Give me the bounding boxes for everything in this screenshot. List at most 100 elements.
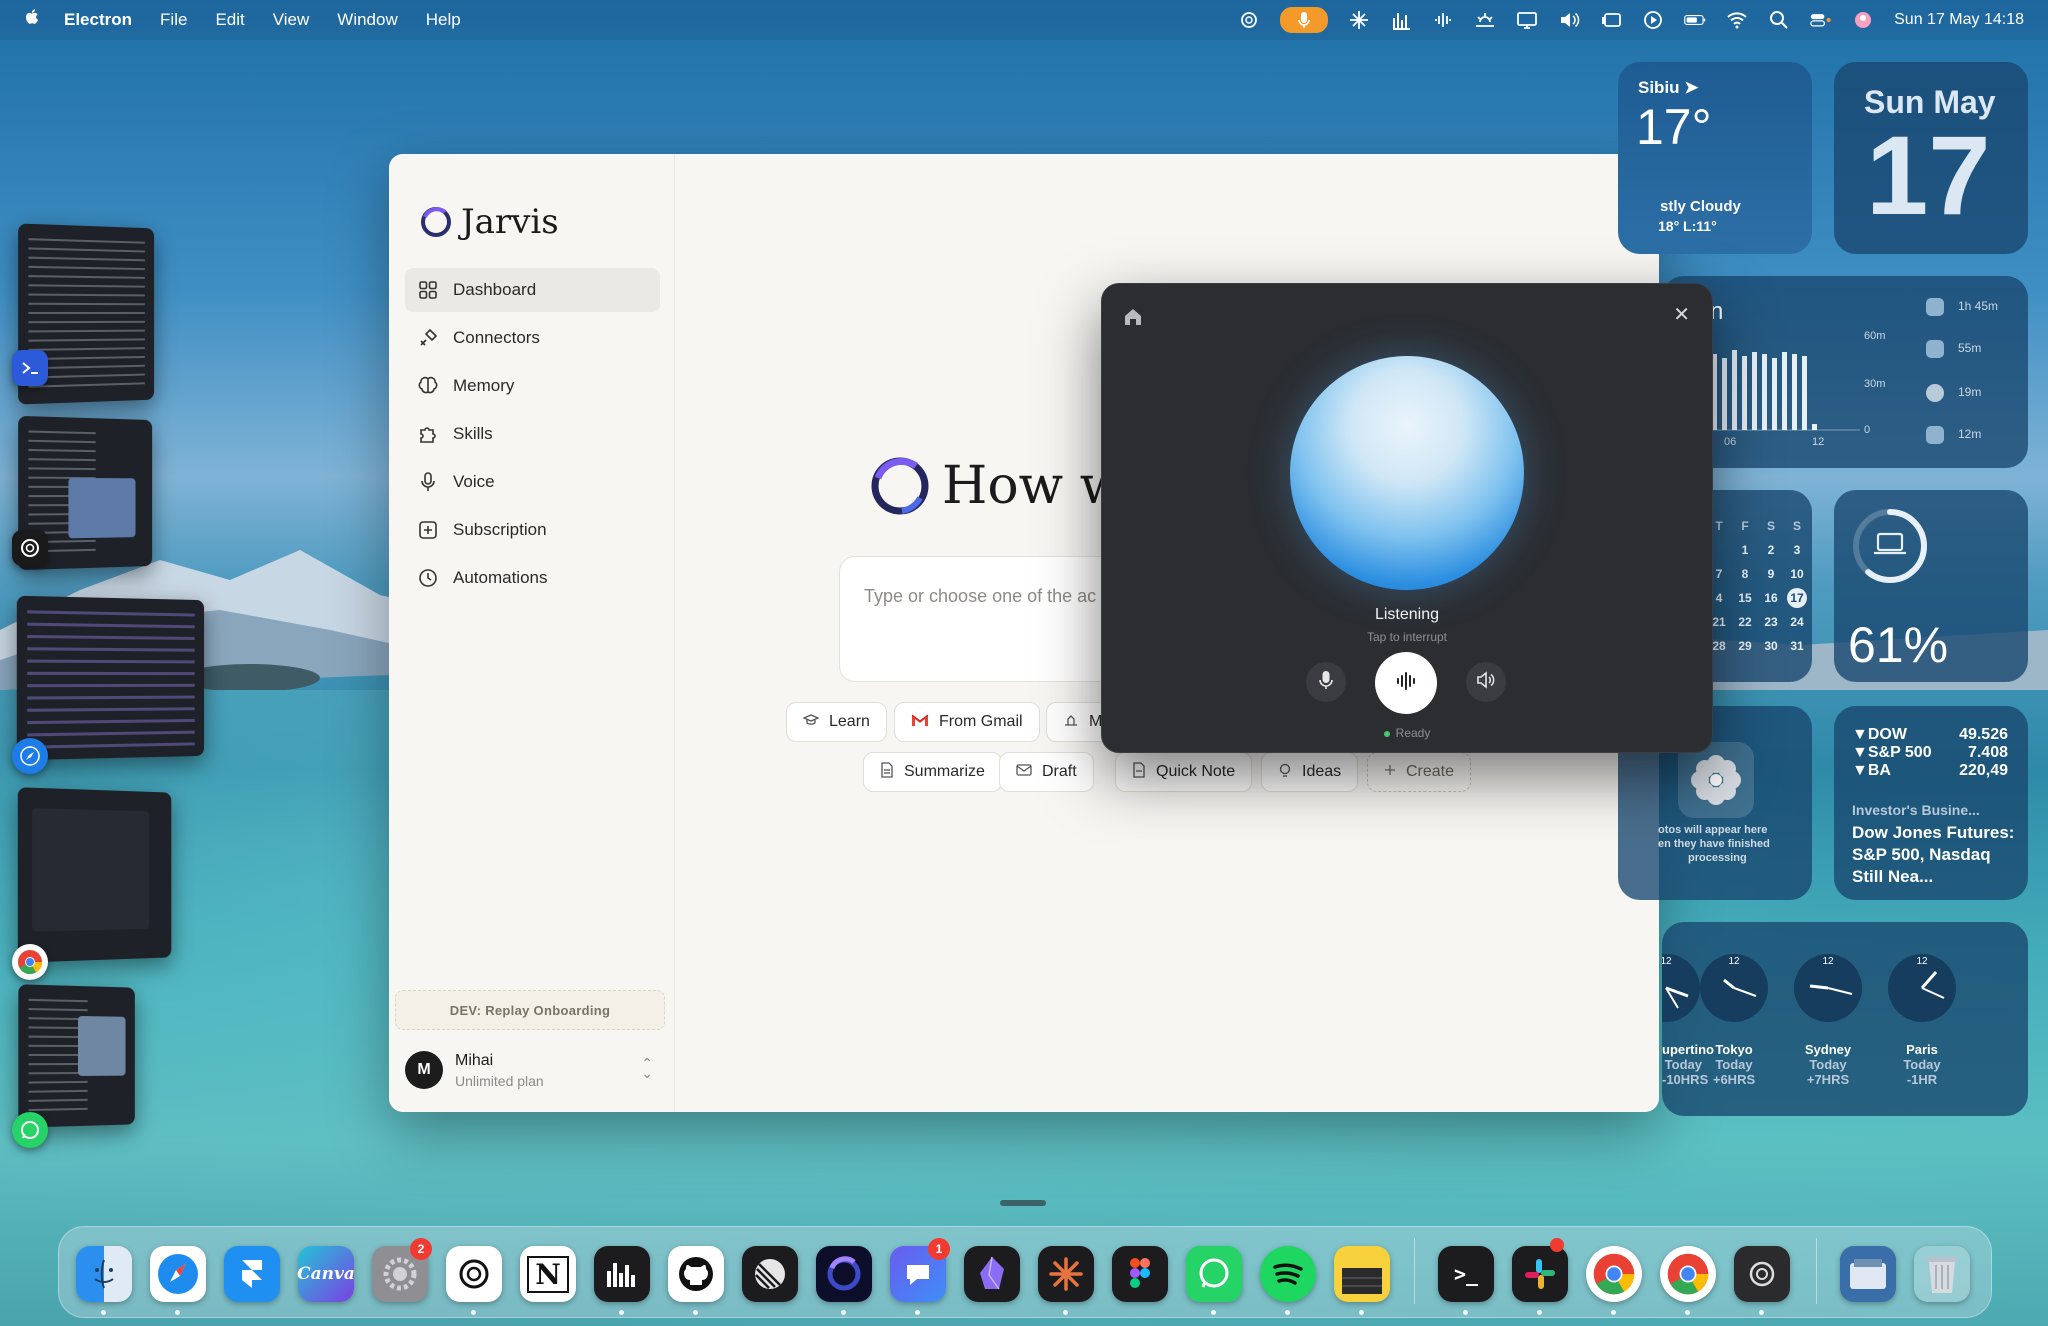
dock-canva-icon[interactable]: Canva [297, 1246, 355, 1302]
wifi-icon[interactable] [1726, 9, 1748, 31]
chip-ideas[interactable]: Ideas [1261, 752, 1359, 792]
waveform-icon[interactable] [1432, 9, 1454, 31]
chip-summarize[interactable]: Summarize [863, 752, 1002, 792]
chip-draft[interactable]: Draft [999, 752, 1094, 792]
mute-mic-button[interactable] [1306, 662, 1346, 702]
plus-icon [1384, 763, 1396, 781]
stage-thumb-whatsapp[interactable] [18, 984, 135, 1128]
dock-slack-icon[interactable] [1512, 1246, 1568, 1302]
sidebar-item-dashboard[interactable]: Dashboard [405, 268, 660, 312]
stage-manager-icon[interactable] [1600, 9, 1622, 31]
date-day: 17 [1866, 113, 1991, 238]
dock-whatsapp-icon[interactable] [1186, 1246, 1242, 1302]
weather-widget[interactable]: Sibiu ➤ 17° stly Cloudy 18° L:11° [1618, 62, 1812, 254]
chip-learn[interactable]: Learn [786, 702, 887, 742]
sidebar-item-voice[interactable]: Voice [405, 460, 660, 504]
stage-app-icon-terminal [12, 350, 48, 386]
spotlight-search-icon[interactable] [1768, 9, 1790, 31]
dock-finder-icon[interactable] [76, 1246, 132, 1302]
dock-safari-icon[interactable] [150, 1246, 206, 1302]
user-account-switcher[interactable]: M Mihai Unlimited plan ⌃ ⌄ [405, 1042, 665, 1098]
dock-framer-icon[interactable] [224, 1246, 280, 1302]
user-plan: Unlimited plan [455, 1072, 544, 1089]
dock-openai-icon[interactable] [1734, 1246, 1790, 1302]
dock-claude-icon[interactable] [1038, 1246, 1094, 1302]
svg-text:12: 12 [1728, 956, 1740, 967]
user-avatar-menu-icon[interactable] [1852, 9, 1874, 31]
dock-running-dot [841, 1310, 846, 1315]
sparkle-icon[interactable] [1348, 9, 1370, 31]
battery-widget[interactable]: 61% [1834, 490, 2028, 682]
plug-icon [417, 327, 439, 349]
dock-chrome-profile-icon[interactable] [1660, 1246, 1716, 1302]
home-icon[interactable] [1122, 306, 1144, 333]
sidebar-item-subscription[interactable]: Subscription [405, 508, 660, 552]
dock-terminal-icon[interactable]: >_ [1438, 1246, 1494, 1302]
openai-menu-icon[interactable] [1238, 9, 1260, 31]
screen-time-app-4: 12m [1926, 426, 1981, 444]
menu-app-name[interactable]: Electron [64, 10, 132, 30]
dock-handle[interactable] [1000, 1200, 1046, 1206]
app-icon [1926, 340, 1944, 358]
sidebar-item-label: Dashboard [453, 280, 537, 299]
sidebar-item-automations[interactable]: Automations [405, 556, 660, 600]
battery-icon[interactable] [1684, 9, 1706, 31]
dock-notes-icon[interactable] [1334, 1246, 1390, 1302]
puzzle-icon [417, 423, 439, 445]
replay-onboarding-button[interactable]: DEV: Replay Onboarding [395, 990, 665, 1030]
chip-from-gmail[interactable]: From Gmail [894, 702, 1040, 742]
dock-obsidian-icon[interactable] [964, 1246, 1020, 1302]
sidebar-item-connectors[interactable]: Connectors [405, 316, 660, 360]
stocks-widget[interactable]: ▼DOW 49.526 ▼S&P 500 7.408 ▼BA 220,49 Inves… [1834, 706, 2028, 900]
dock-linear-icon[interactable] [742, 1246, 798, 1302]
menu-help[interactable]: Help [426, 10, 461, 30]
date-widget[interactable]: Sun May 17 [1834, 62, 2028, 254]
speaker-button[interactable] [1466, 662, 1506, 702]
sidebar-item-label: Memory [453, 376, 515, 395]
sidebar-item-memory[interactable]: Memory [405, 364, 660, 408]
world-clock-widget[interactable]: 12 12 12 12 upertino Today -10HRS Tokyo Tod… [1662, 922, 2028, 1116]
sidebar-item-skills[interactable]: Skills [405, 412, 660, 456]
menu-file[interactable]: File [160, 10, 187, 30]
close-icon[interactable]: ✕ [1673, 302, 1690, 327]
dock-notion-icon[interactable]: N [520, 1246, 576, 1302]
volume-icon[interactable] [1558, 9, 1580, 31]
apple-icon[interactable] [0, 7, 64, 33]
menu-window[interactable]: Window [337, 10, 397, 30]
dock-separator [1414, 1238, 1415, 1304]
stage-thumb-browser[interactable] [16, 595, 205, 761]
display-icon[interactable] [1516, 9, 1538, 31]
equalizer-icon[interactable] [1390, 9, 1412, 31]
play-icon[interactable] [1642, 9, 1664, 31]
screen-time-widget[interactable]: n 60m 30m 0 06 12 1h 45m 55m 19m 12m [1662, 276, 2028, 468]
gmail-icon [911, 713, 929, 732]
dock-jarvis-icon[interactable] [816, 1246, 872, 1302]
voice-orb[interactable] [1290, 356, 1524, 590]
weather-city: Sibiu ➤ [1638, 78, 1699, 97]
menu-edit[interactable]: Edit [215, 10, 244, 30]
menubar-clock[interactable]: Sun 17 May 14:18 [1894, 11, 2024, 29]
mic-active-icon[interactable] [1280, 7, 1329, 33]
dock-github-icon[interactable] [668, 1246, 724, 1302]
stage-thumb-chrome[interactable] [17, 787, 172, 963]
chip-create[interactable]: Create [1367, 752, 1472, 792]
laptop-icon [1872, 530, 1908, 563]
jarvis-ring-icon [421, 207, 451, 237]
microphone-icon [1319, 670, 1333, 695]
dock-slack-badge [1550, 1238, 1564, 1252]
sunrise-icon[interactable] [1474, 9, 1496, 31]
dock-downloads-folder-icon[interactable] [1840, 1246, 1896, 1302]
chip-quick-note[interactable]: Quick Note [1115, 752, 1253, 792]
control-center-icon[interactable] [1810, 9, 1832, 31]
dock-spotify-icon[interactable] [1260, 1246, 1316, 1302]
dock-chatgpt-icon[interactable] [446, 1246, 502, 1302]
news-headline: Dow Jones Futures: S&P 500, Nasdaq Still… [1852, 823, 2015, 886]
dock-trash-icon[interactable] [1914, 1246, 1970, 1302]
dock-chrome-icon[interactable] [1586, 1246, 1642, 1302]
dock-figma-icon[interactable] [1112, 1246, 1168, 1302]
menu-view[interactable]: View [273, 10, 310, 30]
voice-waveform-button[interactable] [1375, 652, 1437, 714]
dock-audio-icon[interactable] [594, 1246, 650, 1302]
clock-face-tokyo: 12 [1700, 954, 1768, 1022]
photos-message-2: en they have finished [1658, 838, 1770, 850]
